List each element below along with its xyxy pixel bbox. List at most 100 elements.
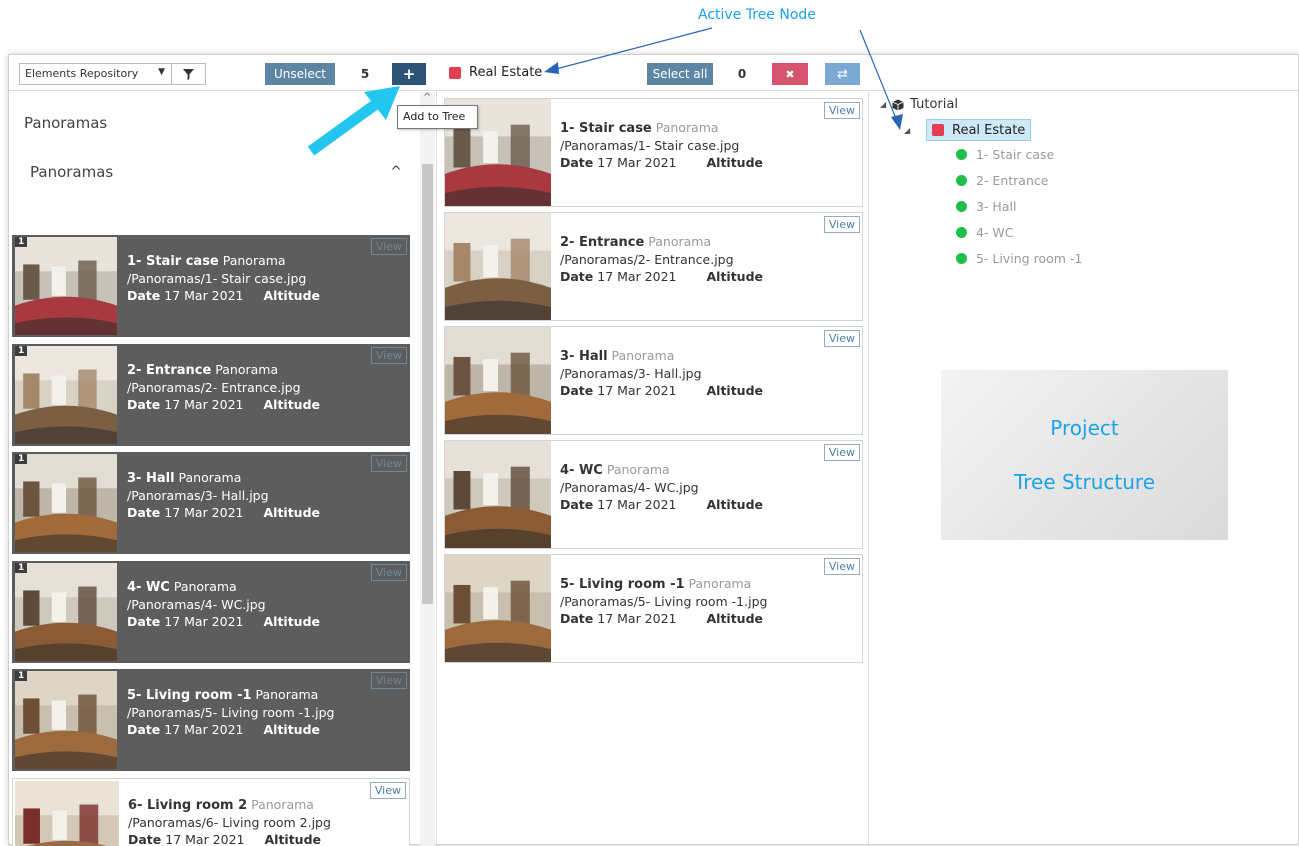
tree-root[interactable]: ◢ Tutorial [880,97,958,112]
date-label: Date [127,505,160,520]
add-to-tree-button[interactable]: + [392,63,426,85]
view-button[interactable]: View [824,330,860,347]
scroll-up-icon[interactable]: ^ [423,92,431,103]
scrollbar[interactable]: ^ [420,92,435,846]
card-path: /Panoramas/2- Entrance.jpg [560,251,763,268]
element-card[interactable]: 1 4- WC Panorama /Panoramas/4- WC.jpg Da… [12,561,410,663]
thumbnail [445,441,551,548]
card-name: 3- Hall [560,349,608,364]
card-path: /Panoramas/5- Living room -1.jpg [127,704,334,721]
tree-element-card[interactable]: 2- Entrance Panorama /Panoramas/2- Entra… [444,212,863,321]
move-button[interactable]: ⇄ [825,63,860,85]
scroll-thumb[interactable] [422,164,433,604]
group-header-panoramas[interactable]: Panoramas ^ [30,163,402,181]
project-box-line-1: Project [1050,416,1118,440]
active-tree-node: Real Estate [449,65,542,80]
tree-element-card[interactable]: 1- Stair case Panorama /Panoramas/1- Sta… [444,98,863,207]
date-label: Date [127,722,160,737]
view-button[interactable]: View [371,564,407,581]
card-path: /Panoramas/6- Living room 2.jpg [128,814,331,831]
date-label: Date [127,397,160,412]
section-header-panoramas[interactable]: Panoramas ^ [24,114,407,132]
date-label: Date [560,611,593,626]
card-info: 2- Entrance Panorama /Panoramas/2- Entra… [560,233,763,285]
thumbnail [15,454,117,552]
element-card[interactable]: 6- Living room 2 Panorama /Panoramas/6- … [12,778,410,846]
unselect-label: Unselect [274,67,326,81]
view-button[interactable]: View [371,455,407,472]
cube-icon [892,99,904,111]
card-type: Panorama [612,348,675,363]
tree-child-node[interactable]: 2- Entrance [956,173,1048,188]
altitude-label: Altitude [706,269,763,284]
tree-child-label: 5- Living room -1 [976,251,1082,266]
filter-button[interactable] [171,63,206,85]
date-label: Date [560,269,593,284]
tree-child-node[interactable]: 1- Stair case [956,147,1054,162]
card-type: Panorama [689,576,752,591]
selected-count: 5 [355,63,375,85]
tree-element-card[interactable]: 4- WC Panorama /Panoramas/4- WC.jpg Date… [444,440,863,549]
tree-child-label: 3- Hall [976,199,1016,214]
filter-icon [183,69,194,80]
tree-child-node[interactable]: 4- WC [956,225,1014,240]
card-info: 5- Living room -1 Panorama /Panoramas/5-… [127,686,334,738]
altitude-label: Altitude [706,497,763,512]
card-info: 5- Living room -1 Panorama /Panoramas/5-… [560,575,767,627]
section-title: Panoramas [24,114,107,132]
element-card[interactable]: 1 2- Entrance Panorama /Panoramas/2- Ent… [12,344,410,446]
group-title: Panoramas [30,163,113,181]
elements-repository-panel: Panoramas ^ Panoramas ^ ^ 1 1- Stair cas… [9,92,437,846]
card-type: Panorama [256,687,319,702]
card-path: /Panoramas/1- Stair case.jpg [560,137,763,154]
repository-select[interactable]: Elements Repository ▼ [19,63,172,85]
expand-arrow-icon[interactable]: ◢ [904,126,910,135]
view-button[interactable]: View [371,238,407,255]
card-type: Panorama [656,120,719,135]
view-button[interactable]: View [824,444,860,461]
tree-node-real-estate[interactable]: Real Estate [926,119,1031,141]
altitude-label: Altitude [263,722,320,737]
annotation-project-box: Project Tree Structure [941,370,1228,540]
card-name: 6- Living room 2 [128,798,247,813]
card-type: Panorama [174,579,237,594]
view-button[interactable]: View [824,558,860,575]
card-date: 17 Mar 2021 [164,397,243,412]
view-button[interactable]: View [370,782,406,799]
panorama-thumbnail [15,563,117,661]
tree-element-card[interactable]: 3- Hall Panorama /Panoramas/3- Hall.jpg … [444,326,863,435]
card-date: 17 Mar 2021 [597,155,676,170]
tree-node-elements-panel: 1- Stair case Panorama /Panoramas/1- Sta… [438,92,869,846]
chevron-up-icon: ^ [390,164,402,180]
tree-root-label: Tutorial [910,97,958,112]
unselect-button[interactable]: Unselect [265,63,335,85]
panorama-thumbnail [15,237,117,335]
tree-element-card[interactable]: 5- Living room -1 Panorama /Panoramas/5-… [444,554,863,663]
altitude-label: Altitude [263,397,320,412]
card-type: Panorama [648,234,711,249]
card-type: Panorama [223,253,286,268]
status-dot-icon [956,201,967,212]
card-type: Panorama [607,462,670,477]
thumbnail [15,237,117,335]
close-icon: ✖ [785,68,794,81]
tree-child-label: 1- Stair case [976,147,1054,162]
element-card[interactable]: 1 1- Stair case Panorama /Panoramas/1- S… [12,235,410,337]
element-card[interactable]: 1 5- Living room -1 Panorama /Panoramas/… [12,669,410,771]
chevron-down-icon: ▼ [158,67,165,77]
card-info: 1- Stair case Panorama /Panoramas/1- Sta… [560,119,763,171]
element-card[interactable]: 1 3- Hall Panorama /Panoramas/3- Hall.jp… [12,452,410,554]
card-date: 17 Mar 2021 [164,505,243,520]
expand-arrow-icon[interactable]: ◢ [880,100,886,109]
view-button[interactable]: View [371,347,407,364]
select-all-button[interactable]: Select all [647,63,713,85]
altitude-label: Altitude [706,383,763,398]
view-button[interactable]: View [824,102,860,119]
view-button[interactable]: View [371,672,407,689]
tree-child-node[interactable]: 5- Living room -1 [956,251,1082,266]
tree-child-node[interactable]: 3- Hall [956,199,1016,214]
delete-button[interactable]: ✖ [772,63,808,85]
view-button[interactable]: View [824,216,860,233]
card-path: /Panoramas/5- Living room -1.jpg [560,593,767,610]
card-name: 5- Living room -1 [560,577,685,592]
